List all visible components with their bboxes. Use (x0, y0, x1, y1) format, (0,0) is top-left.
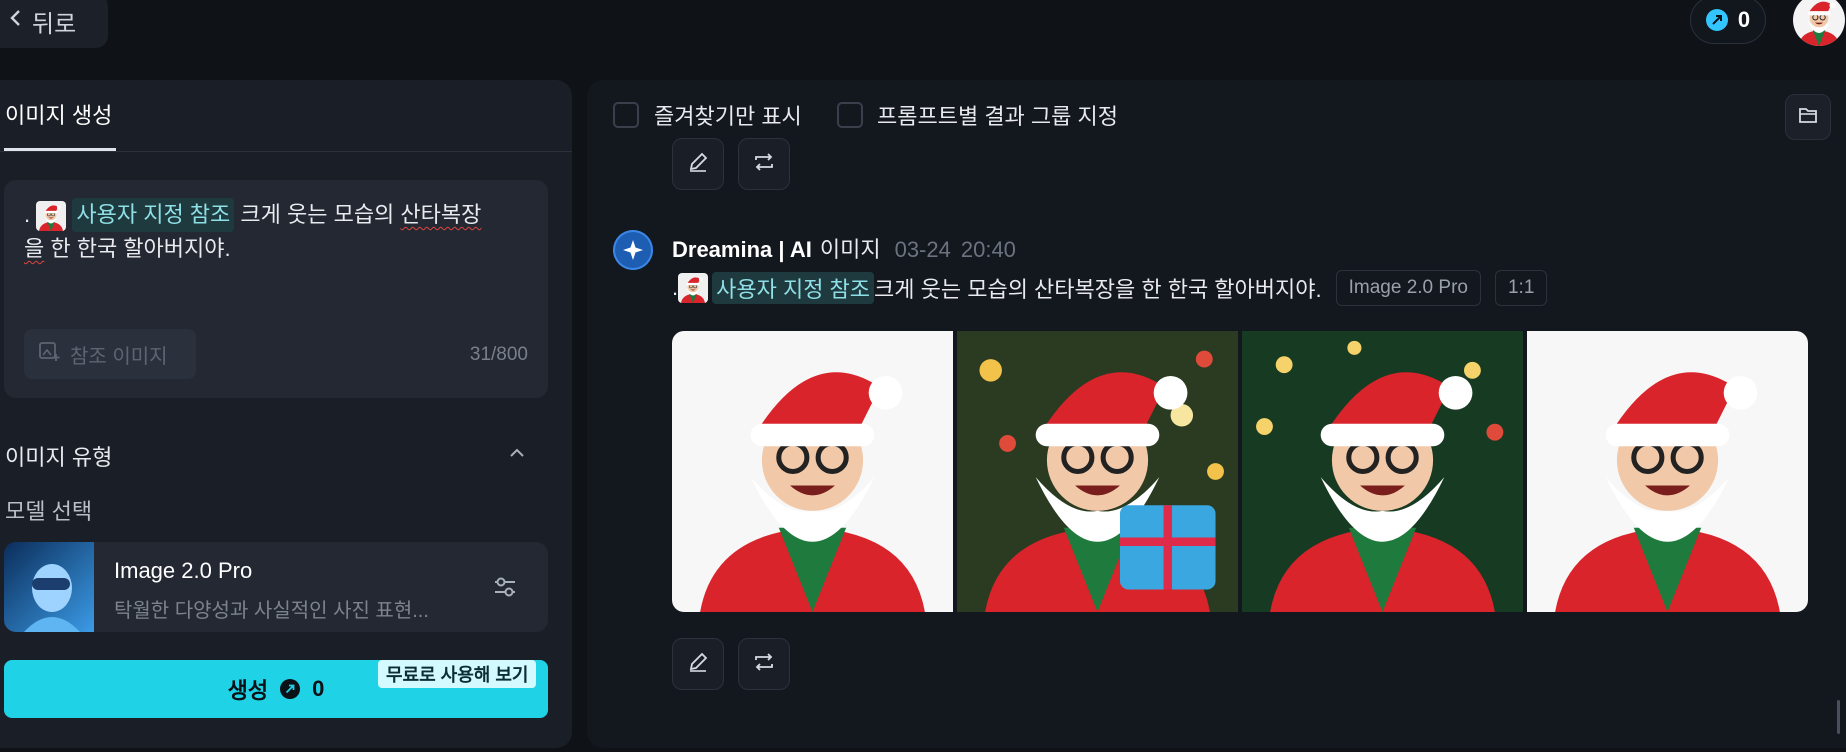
prompt-text-part1: 크게 웃는 모습의 (234, 202, 401, 227)
credits-count: 0 (1737, 7, 1751, 32)
generation-panel: 이미지 생성 . 사용자 지정 참조 크게 웃는 모습의 산타복장 을 한 한국… (0, 80, 572, 748)
model-thumbnail (4, 542, 94, 632)
prompt-text-part2: 한 한국 할아버지야. (44, 236, 231, 261)
message-date: 03-24 (894, 237, 951, 262)
edit-icon (687, 151, 709, 178)
regenerate-button-previous[interactable] (738, 138, 790, 190)
regenerate-icon (752, 151, 776, 178)
result-image-4[interactable] (1527, 331, 1808, 612)
message-time: 20:40 (960, 237, 1016, 262)
model-tag: Image 2.0 Pro (1335, 270, 1481, 306)
scrollbar[interactable] (1837, 700, 1840, 734)
free-trial-badge: 무료로 사용해 보기 (378, 660, 537, 688)
prompt-text[interactable]: . 사용자 지정 참조 크게 웃는 모습의 산타복장 을 한 한국 할아버지야. (24, 198, 524, 266)
result-gallery (672, 331, 1808, 612)
reference-image-button[interactable]: 참조 이미지 (24, 329, 196, 379)
model-name: Image 2.0 Pro (114, 558, 253, 583)
prompt-misspelled-word: 산타복장 (400, 202, 482, 227)
back-button[interactable]: 뒤로 (0, 0, 108, 48)
image-type-heading[interactable]: 이미지 유형 (5, 440, 112, 472)
favorites-checkbox[interactable] (613, 102, 639, 128)
chevron-left-icon (8, 7, 24, 35)
image-add-icon (38, 340, 60, 368)
char-count: 31/800 (469, 344, 528, 365)
generate-cost: 0 (312, 676, 325, 701)
result-image-2[interactable] (957, 331, 1238, 612)
favorites-label[interactable]: 즐겨찾기만 표시 (654, 99, 802, 131)
edit-icon (687, 651, 709, 678)
coin-icon (280, 679, 301, 699)
regenerate-icon (752, 651, 776, 678)
group-by-prompt-label[interactable]: 프롬프트별 결과 그룹 지정 (877, 99, 1118, 131)
results-panel: 즐겨찾기만 표시 프롬프트별 결과 그룹 지정 Dreamina | AI 이미… (587, 80, 1846, 748)
reference-chip[interactable]: 사용자 지정 참조 (72, 198, 235, 232)
dreamina-star-icon (613, 230, 653, 270)
reference-chip[interactable]: 사용자 지정 참조 (712, 272, 875, 304)
message-kind: 이미지 (819, 237, 881, 262)
sliders-icon[interactable] (490, 572, 520, 602)
divider (0, 151, 572, 152)
tab-image-generation[interactable]: 이미지 생성 (5, 98, 112, 130)
message-brand: Dreamina | AI (672, 237, 812, 262)
reference-thumbnail (36, 201, 67, 232)
reference-thumbnail (678, 273, 709, 303)
coin-icon (1705, 9, 1728, 31)
group-by-prompt-checkbox[interactable] (837, 102, 863, 128)
result-image-1[interactable] (672, 331, 953, 612)
reference-image-label: 참조 이미지 (70, 345, 168, 368)
edit-button-previous[interactable] (672, 138, 724, 190)
edit-button[interactable] (672, 638, 724, 690)
model-description: 탁월한 다양성과 사실적인 사진 표현... (114, 600, 429, 622)
avatar[interactable] (1793, 0, 1845, 46)
prompt-misspelled-word-2: 을 (24, 236, 45, 261)
folder-button[interactable] (1785, 94, 1831, 140)
top-bar: 뒤로 0 (0, 0, 1846, 74)
regenerate-button[interactable] (738, 638, 790, 690)
generate-label: 생성 (227, 678, 269, 703)
ratio-tag: 1:1 (1494, 270, 1548, 306)
message-prompt-text: 크게 웃는 모습의 산타복장을 한 한국 할아버지야. (874, 277, 1322, 302)
model-select-label: 모델 선택 (5, 499, 93, 524)
folder-icon (1798, 106, 1818, 129)
prompt-prefix: . (24, 202, 31, 227)
chevron-up-icon[interactable] (506, 442, 528, 464)
back-label: 뒤로 (32, 10, 77, 38)
message-prompt[interactable]: . 사용자 지정 참조 크게 웃는 모습의 산타복장을 한 한국 할아버지야. … (672, 270, 1548, 306)
result-image-3[interactable] (1242, 331, 1523, 612)
model-selector[interactable]: Image 2.0 Pro 탁월한 다양성과 사실적인 사진 표현... (4, 542, 548, 632)
prompt-input[interactable]: . 사용자 지정 참조 크게 웃는 모습의 산타복장 을 한 한국 할아버지야.… (4, 180, 548, 398)
credits-pill[interactable]: 0 (1690, 0, 1766, 44)
message-header: Dreamina | AI 이미지 03-24 20:40 (672, 232, 1016, 264)
